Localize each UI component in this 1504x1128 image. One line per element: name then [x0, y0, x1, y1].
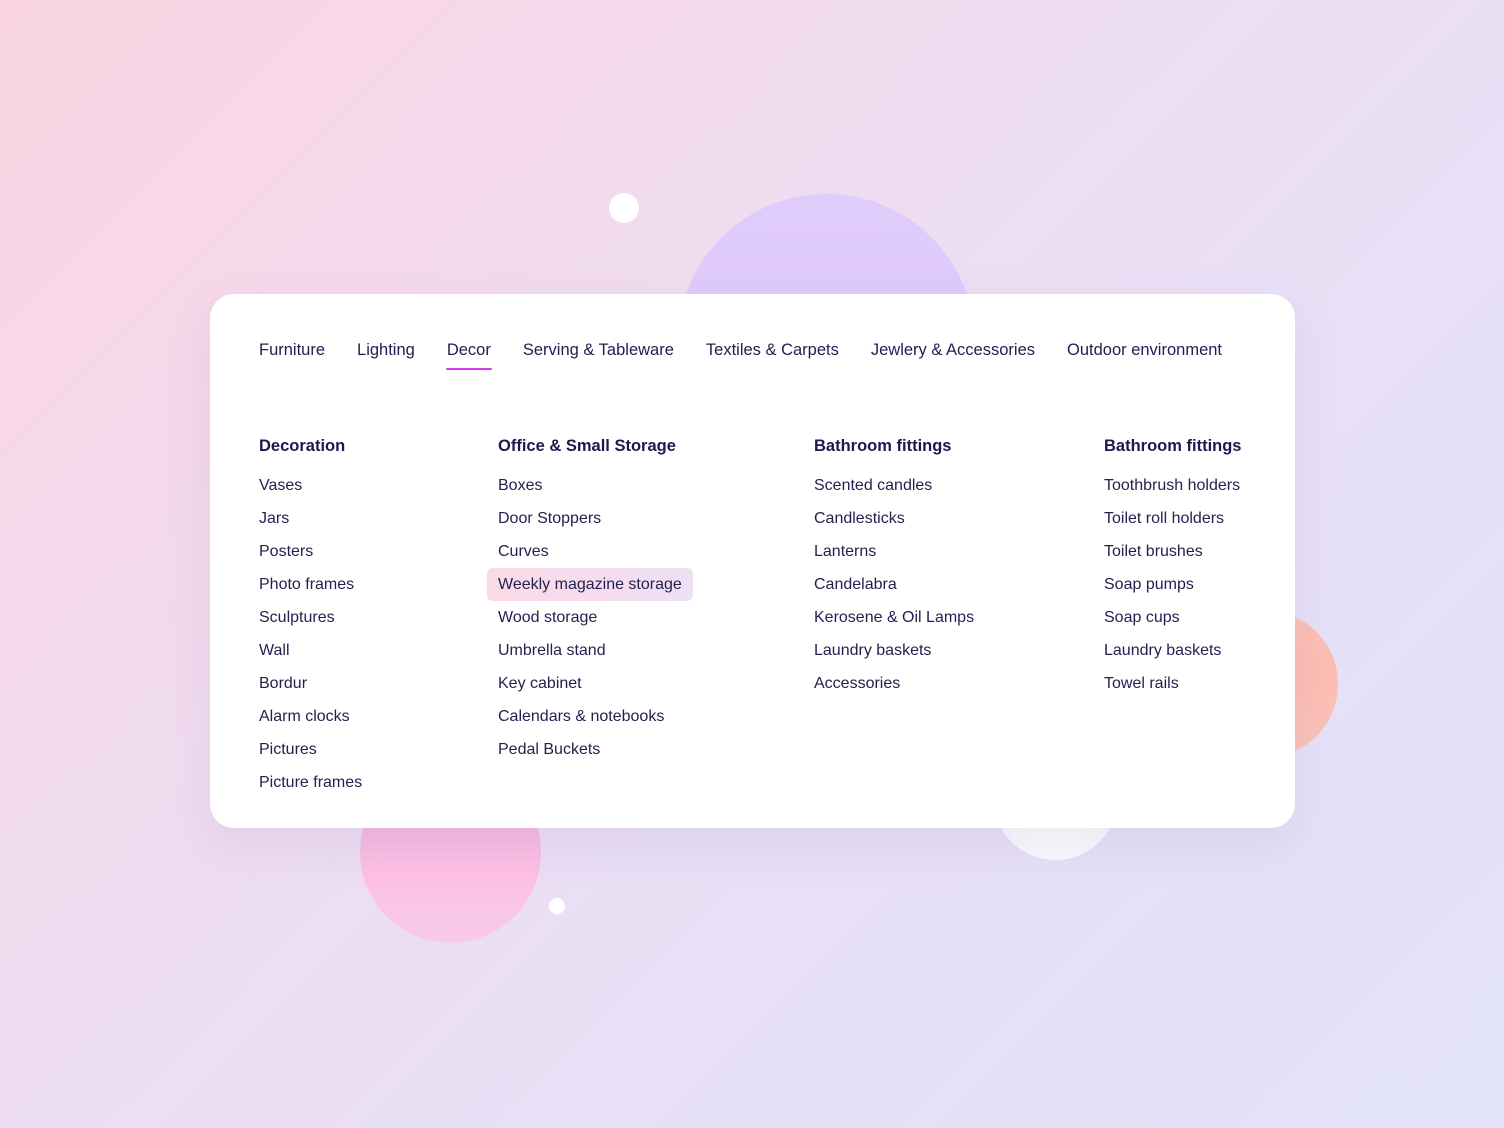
- menu-item[interactable]: Pedal Buckets: [498, 733, 600, 766]
- tab-serving-tableware[interactable]: Serving & Tableware: [523, 340, 674, 370]
- menu-item[interactable]: Laundry baskets: [1104, 634, 1221, 667]
- menu-item[interactable]: Scented candles: [814, 469, 932, 502]
- column-link-list: Vases Jars Posters Photo frames Sculptures Wa…: [259, 469, 498, 799]
- menu-item[interactable]: Candlesticks: [814, 502, 905, 535]
- menu-item[interactable]: Vases: [259, 469, 302, 502]
- menu-item[interactable]: Toilet roll holders: [1104, 502, 1224, 535]
- column-link-list: Toothbrush holders Toilet roll holders Toi…: [1104, 469, 1269, 700]
- menu-item[interactable]: Curves: [498, 535, 549, 568]
- menu-item[interactable]: Alarm clocks: [259, 700, 350, 733]
- tab-textiles-carpets[interactable]: Textiles & Carpets: [706, 340, 839, 370]
- menu-column: Bathroom fittings Scented candles Candlest…: [814, 436, 1104, 799]
- menu-item[interactable]: Pictures: [259, 733, 317, 766]
- decorative-white-dot-top: [609, 193, 639, 223]
- menu-item[interactable]: Soap pumps: [1104, 568, 1194, 601]
- menu-item[interactable]: Key cabinet: [498, 667, 582, 700]
- menu-item[interactable]: Boxes: [498, 469, 542, 502]
- menu-item[interactable]: Candelabra: [814, 568, 897, 601]
- menu-column: Office & Small Storage Boxes Door Stoppers…: [487, 436, 814, 799]
- column-heading: Bathroom fittings: [814, 437, 952, 455]
- mega-menu-card: Furniture Lighting Decor Serving & Tablewar…: [210, 294, 1295, 828]
- menu-item[interactable]: Lanterns: [814, 535, 876, 568]
- menu-item-highlighted[interactable]: Weekly magazine storage: [487, 568, 693, 601]
- column-heading: Bathroom fittings: [1104, 437, 1242, 455]
- menu-column: Decoration Vases Jars Posters Photo frames Sc…: [259, 436, 498, 799]
- column-heading: Office & Small Storage: [498, 437, 676, 455]
- decorative-white-dot-bottom: [549, 898, 565, 914]
- menu-item[interactable]: Jars: [259, 502, 289, 535]
- menu-item[interactable]: Posters: [259, 535, 313, 568]
- menu-item[interactable]: Towel rails: [1104, 667, 1179, 700]
- menu-item[interactable]: Bordur: [259, 667, 307, 700]
- menu-item[interactable]: Photo frames: [259, 568, 354, 601]
- tab-outdoor-environment[interactable]: Outdoor environment: [1067, 340, 1222, 370]
- menu-item[interactable]: Sculptures: [259, 601, 335, 634]
- menu-item[interactable]: Kerosene & Oil Lamps: [814, 601, 974, 634]
- column-link-list: Scented candles Candlesticks Lanterns Cande…: [814, 469, 1104, 700]
- column-heading: Decoration: [259, 437, 346, 455]
- menu-item[interactable]: Soap cups: [1104, 601, 1180, 634]
- menu-item[interactable]: Door Stoppers: [498, 502, 601, 535]
- menu-item[interactable]: Wall: [259, 634, 290, 667]
- tab-lighting[interactable]: Lighting: [357, 340, 415, 370]
- menu-item[interactable]: Picture frames: [259, 766, 362, 799]
- menu-item[interactable]: Toilet brushes: [1104, 535, 1203, 568]
- menu-columns: Decoration Vases Jars Posters Photo frames Sc…: [259, 436, 1269, 799]
- category-tab-bar: Furniture Lighting Decor Serving & Tablewar…: [259, 340, 1222, 370]
- menu-item[interactable]: Accessories: [814, 667, 900, 700]
- column-link-list: Boxes Door Stoppers Curves Weekly magazine …: [487, 469, 814, 766]
- menu-column: Bathroom fittings Toothbrush holders Toile…: [1104, 436, 1269, 799]
- menu-item[interactable]: Calendars & notebooks: [498, 700, 664, 733]
- menu-item[interactable]: Laundry baskets: [814, 634, 931, 667]
- tab-decor[interactable]: Decor: [445, 340, 492, 370]
- menu-item[interactable]: Toothbrush holders: [1104, 469, 1240, 502]
- menu-item[interactable]: Umbrella stand: [498, 634, 606, 667]
- menu-item[interactable]: Wood storage: [498, 601, 597, 634]
- tab-jewlery-accessories[interactable]: Jewlery & Accessories: [871, 340, 1035, 370]
- tab-furniture[interactable]: Furniture: [259, 340, 325, 370]
